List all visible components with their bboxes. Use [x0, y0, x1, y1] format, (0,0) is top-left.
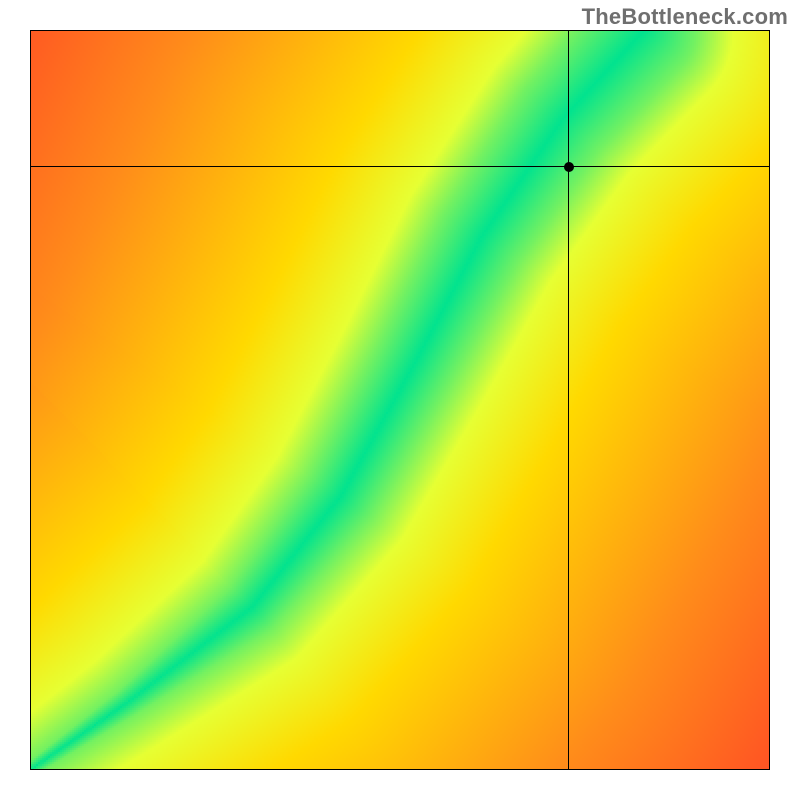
- heatmap-canvas: [30, 30, 770, 770]
- chart-container: TheBottleneck.com: [0, 0, 800, 800]
- watermark-text: TheBottleneck.com: [582, 4, 788, 30]
- crosshair-vertical: [568, 30, 569, 770]
- crosshair-horizontal: [30, 166, 770, 167]
- crosshair-marker: [564, 162, 574, 172]
